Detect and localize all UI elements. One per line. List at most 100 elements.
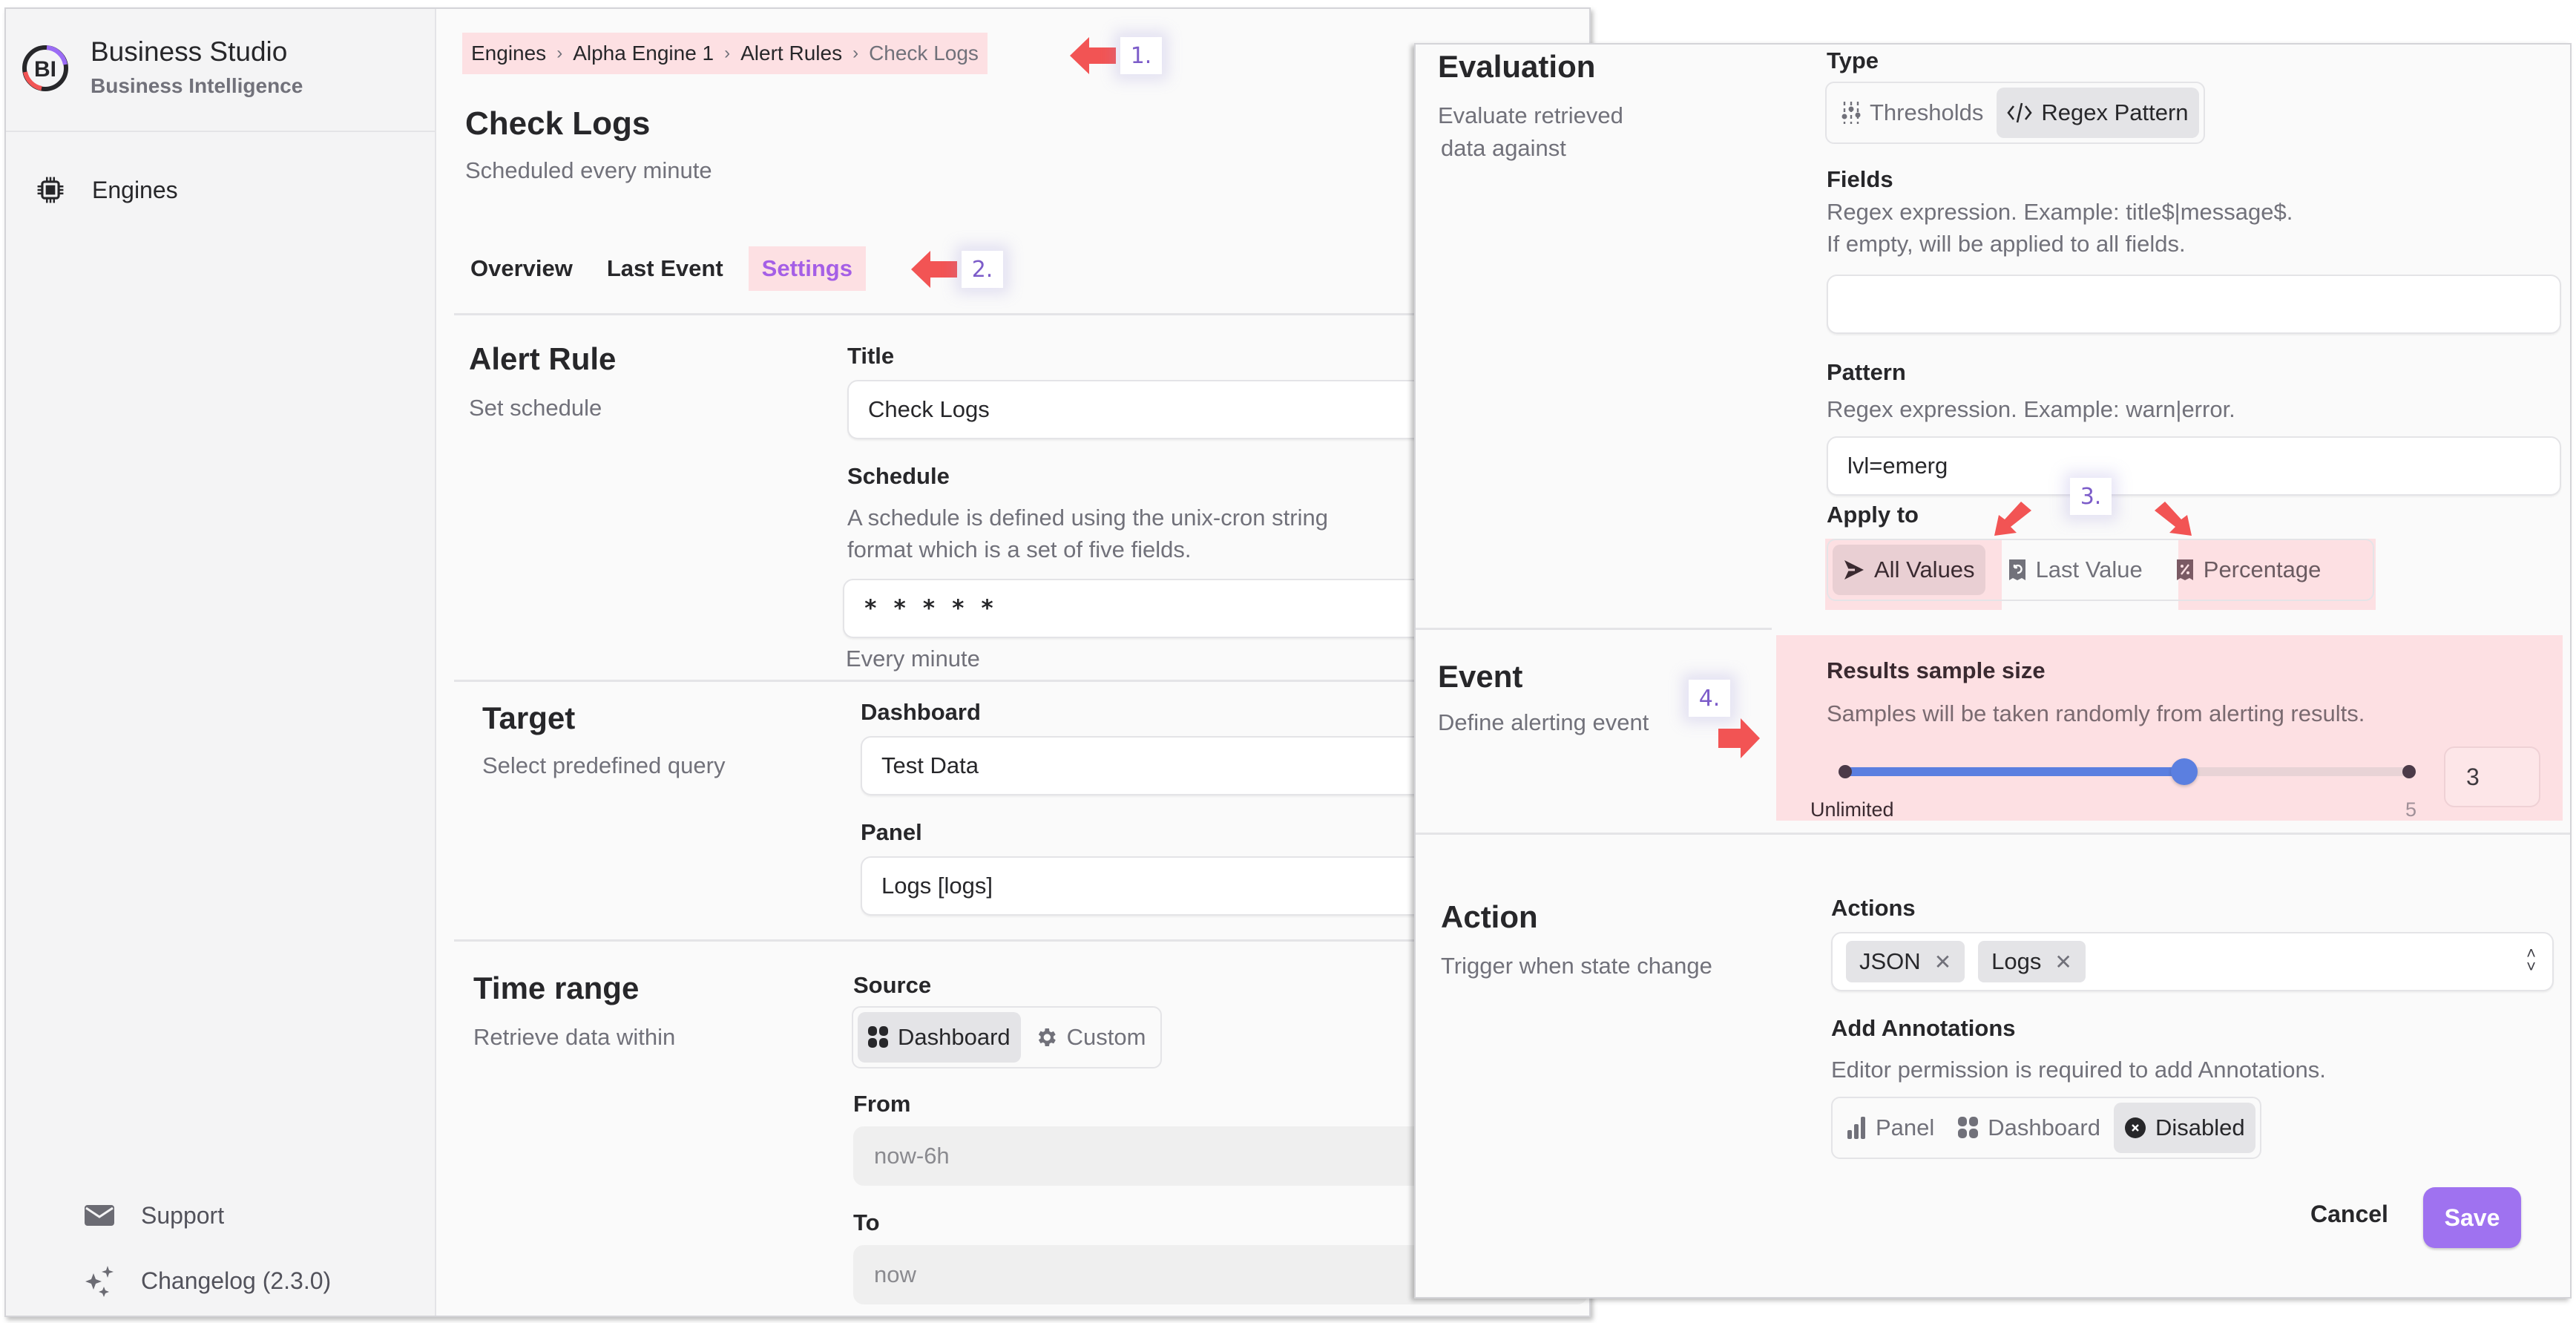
section-desc-target: Select predefined query	[482, 752, 726, 778]
annotation-option-panel[interactable]: Panel	[1837, 1103, 1945, 1153]
page-subtitle: Scheduled every minute	[465, 157, 712, 183]
chevron-right-icon: ›	[852, 43, 859, 63]
send-icon	[1843, 559, 1865, 581]
schedule-label: Schedule	[847, 463, 950, 489]
annotation-badge: 1.	[1120, 37, 1162, 74]
slider-thumb[interactable]	[2171, 758, 2198, 785]
app-title: Business Studio	[91, 36, 288, 67]
source-label: Source	[853, 972, 932, 998]
sample-size-slider[interactable]	[1839, 757, 2416, 787]
sidebar-item-label: Changelog (2.3.0)	[141, 1267, 332, 1294]
settings-panel-continued: Evaluation Evaluate retrieved data again…	[1414, 43, 2572, 1299]
action-chip-logs: Logs ✕	[1978, 941, 2086, 982]
apply-option-last-value[interactable]: Last Value	[1997, 545, 2153, 595]
section-desc-event: Define alerting event	[1438, 709, 1649, 735]
actions-multiselect[interactable]: JSON ✕ Logs ✕ ˄ ˅	[1831, 932, 2554, 991]
breadcrumb-engine[interactable]: Alpha Engine 1	[573, 42, 714, 65]
bar-chart-icon	[1847, 1117, 1867, 1139]
breadcrumb: Engines › Alpha Engine 1 › Alert Rules ›…	[462, 33, 988, 74]
breadcrumb-alert-rules[interactable]: Alert Rules	[740, 42, 842, 65]
apply-option-percentage[interactable]: Percentage	[2165, 545, 2332, 595]
annotation-option-disabled[interactable]: Disabled	[2113, 1103, 2255, 1153]
slider-min-tick	[1839, 765, 1852, 778]
fields-input[interactable]	[1827, 275, 2561, 334]
slider-fill	[1841, 767, 2184, 776]
grid-icon	[1958, 1117, 1979, 1139]
slider-max-label: 5	[2405, 798, 2417, 821]
app-subtitle: Business Intelligence	[91, 74, 303, 97]
type-option-thresholds[interactable]: Thresholds	[1831, 88, 1994, 138]
annotations-toggle: Panel Dashboard Disabled	[1831, 1097, 2261, 1159]
brand[interactable]: BI Business Studio Business Intelligence	[21, 36, 303, 101]
breadcrumb-engines[interactable]: Engines	[471, 42, 546, 65]
to-label: To	[853, 1209, 880, 1235]
annotation-arrow-icon	[911, 251, 957, 288]
section-title-evaluation: Evaluation	[1438, 49, 1596, 84]
annotations-help: Editor permission is required to add Ann…	[1831, 1057, 2326, 1083]
sidebar-item-label: Support	[141, 1201, 225, 1229]
annotation-option-dashboard[interactable]: Dashboard	[1948, 1103, 2111, 1153]
actions-label: Actions	[1831, 895, 1916, 921]
receipt-percent-icon	[2175, 558, 2195, 582]
breadcrumb-current: Check Logs	[869, 42, 979, 65]
receipt-refund-icon	[2008, 558, 2027, 582]
cancel-button[interactable]: Cancel	[2310, 1201, 2388, 1228]
source-option-dashboard[interactable]: Dashboard	[858, 1012, 1021, 1063]
save-button[interactable]: Save	[2423, 1187, 2521, 1248]
chip-icon	[36, 175, 65, 205]
sample-size-label: Results sample size	[1827, 657, 2046, 683]
x-circle-icon	[2124, 1117, 2146, 1139]
gear-icon	[1034, 1025, 1058, 1049]
schedule-help: A schedule is defined using the unix-cro…	[847, 505, 1328, 562]
section-title-event: Event	[1438, 659, 1523, 694]
sidebar-item-changelog[interactable]: Changelog (2.3.0)	[85, 1266, 332, 1297]
sidebar: BI Business Studio Business Intelligence…	[6, 9, 436, 1316]
svg-text:BI: BI	[34, 57, 56, 82]
section-desc-action: Trigger when state change	[1441, 953, 1712, 979]
tab-settings[interactable]: Settings	[748, 246, 866, 291]
tab-last-event[interactable]: Last Event	[598, 246, 732, 291]
annotations-label: Add Annotations	[1831, 1015, 2016, 1041]
tab-bar: Overview Last Event Settings	[461, 246, 882, 291]
section-divider	[454, 680, 1493, 682]
slider-min-label: Unlimited	[1810, 798, 1894, 821]
section-divider	[454, 939, 1493, 942]
remove-icon[interactable]: ✕	[1934, 950, 1951, 974]
chevron-up-down-icon[interactable]: ˄ ˅	[2526, 945, 2536, 975]
annotation-arrow-icon	[1718, 718, 1760, 758]
source-toggle: Dashboard Custom	[852, 1006, 1163, 1068]
annotation-arrow-icon	[1994, 502, 2031, 536]
title-label: Title	[847, 343, 895, 369]
tab-overview[interactable]: Overview	[461, 246, 582, 291]
main-window: BI Business Studio Business Intelligence…	[4, 7, 1591, 1317]
apply-to-label: Apply to	[1827, 502, 1919, 528]
pattern-input[interactable]: lvl=emerg	[1827, 436, 2561, 496]
fields-help: Regex expression. Example: title$|messag…	[1827, 199, 2293, 257]
sample-size-input[interactable]: 3	[2444, 746, 2540, 807]
type-toggle: Thresholds Regex Pattern	[1825, 82, 2205, 144]
apply-option-all-values[interactable]: All Values	[1833, 545, 1985, 595]
dashboard-label: Dashboard	[861, 699, 981, 725]
section-desc-time-range: Retrieve data within	[473, 1024, 676, 1050]
annotation-arrow-icon	[1070, 37, 1116, 74]
code-icon	[2007, 102, 2033, 124]
sidebar-item-support[interactable]: Support	[85, 1201, 224, 1230]
annotation-arrow-icon	[2155, 502, 2192, 536]
chevron-right-icon: ›	[724, 43, 731, 63]
pattern-help: Regex expression. Example: warn|error.	[1827, 396, 2235, 422]
slider-max-tick	[2402, 765, 2416, 778]
type-option-regex[interactable]: Regex Pattern	[1997, 88, 2199, 138]
section-title-time-range: Time range	[473, 971, 640, 1005]
annotation-badge: 2.	[962, 251, 1003, 288]
tabs-divider	[454, 313, 1493, 315]
action-chip-json: JSON ✕	[1846, 941, 1965, 982]
app-logo-icon: BI	[22, 45, 68, 91]
apply-to-toggle: All Values Last Value Percentage	[1827, 539, 2374, 601]
source-option-custom[interactable]: Custom	[1024, 1012, 1157, 1063]
sidebar-item-engines[interactable]: Engines	[36, 175, 178, 205]
section-title-target: Target	[482, 700, 576, 735]
section-title-alert-rule: Alert Rule	[469, 341, 617, 376]
remove-icon[interactable]: ✕	[2054, 950, 2071, 974]
sidebar-item-label: Engines	[92, 176, 178, 203]
fields-label: Fields	[1827, 166, 1893, 192]
